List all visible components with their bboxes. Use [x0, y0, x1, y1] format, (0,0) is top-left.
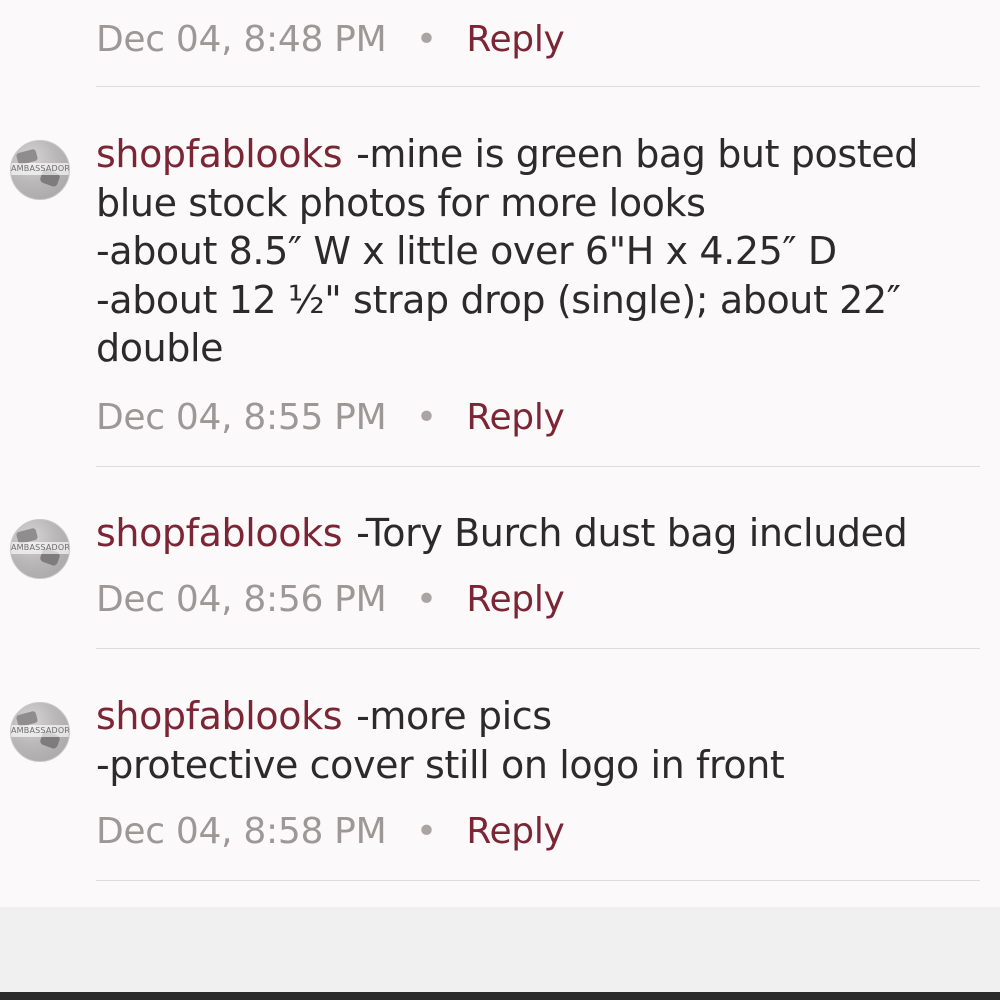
separator-dot: • — [415, 397, 437, 438]
comment-text-line: blue stock photos for more looks — [96, 180, 706, 225]
username-link[interactable]: shopfablooks — [96, 694, 343, 738]
comment-text: -more pics — [356, 694, 552, 738]
comment-timestamp: Dec 04, 8:55 PM — [96, 397, 387, 438]
comment-timestamp: Dec 04, 8:48 PM — [96, 19, 387, 60]
comment-text-line: -about 8.5″ W x little over 6"H x 4.25″ … — [96, 229, 837, 273]
separator-dot: • — [415, 579, 437, 620]
username-link[interactable]: shopfablooks — [96, 511, 343, 555]
avatar-badge: AMBASSADOR — [11, 542, 69, 554]
comment-text: -mine is green bag but posted — [356, 132, 918, 176]
avatar[interactable]: AMBASSADOR — [10, 140, 70, 200]
avatar-badge: AMBASSADOR — [11, 163, 69, 175]
comment-text-line: -protective cover still on logo in front — [96, 742, 785, 787]
footer-area — [0, 907, 1000, 992]
avatar-badge-label: AMBASSADOR — [11, 164, 70, 173]
avatar[interactable]: AMBASSADOR — [10, 519, 70, 579]
comment-text-line: -about 12 ½" strap drop (single); about … — [96, 277, 901, 322]
comment-divider — [96, 880, 980, 881]
comment-meta: Dec 04, 8:48 PM • Reply — [96, 18, 565, 62]
comment-timestamp: Dec 04, 8:58 PM — [96, 811, 387, 852]
comment-first-line: shopfablooks -Tory Burch dust bag include… — [96, 509, 976, 558]
comment-divider — [96, 86, 980, 87]
avatar[interactable]: AMBASSADOR — [10, 702, 70, 762]
comment-text-line: double — [96, 326, 224, 370]
separator-dot: • — [415, 811, 437, 852]
separator-dot: • — [415, 19, 437, 60]
comment-meta: Dec 04, 8:56 PM • Reply — [96, 578, 565, 622]
username-link[interactable]: shopfablooks — [96, 132, 343, 176]
reply-button[interactable]: Reply — [466, 811, 565, 852]
bottom-bar — [0, 992, 1000, 1000]
avatar-badge: AMBASSADOR — [11, 725, 69, 737]
comment-first-line: shopfablooks -mine is green bag but poste… — [96, 130, 976, 179]
comment-body: shopfablooks -more pics -protective cover… — [96, 692, 976, 789]
comment-body: shopfablooks -mine is green bag but poste… — [96, 130, 976, 373]
reply-button[interactable]: Reply — [466, 19, 565, 60]
avatar-badge-label: AMBASSADOR — [11, 543, 70, 552]
reply-button[interactable]: Reply — [466, 397, 565, 438]
comment-text: -Tory Burch dust bag included — [356, 511, 908, 555]
comment-feed: Dec 04, 8:48 PM • Reply AMBASSADOR shopfab… — [0, 0, 1000, 907]
comment-divider — [96, 466, 980, 467]
comment-divider — [96, 648, 980, 649]
reply-button[interactable]: Reply — [466, 579, 565, 620]
comment-first-line: shopfablooks -more pics — [96, 692, 976, 741]
comment-timestamp: Dec 04, 8:56 PM — [96, 579, 387, 620]
comment-body: shopfablooks -Tory Burch dust bag include… — [96, 509, 976, 558]
comment-meta: Dec 04, 8:55 PM • Reply — [96, 396, 565, 440]
comment-meta: Dec 04, 8:58 PM • Reply — [96, 810, 565, 854]
avatar-badge-label: AMBASSADOR — [11, 726, 70, 735]
